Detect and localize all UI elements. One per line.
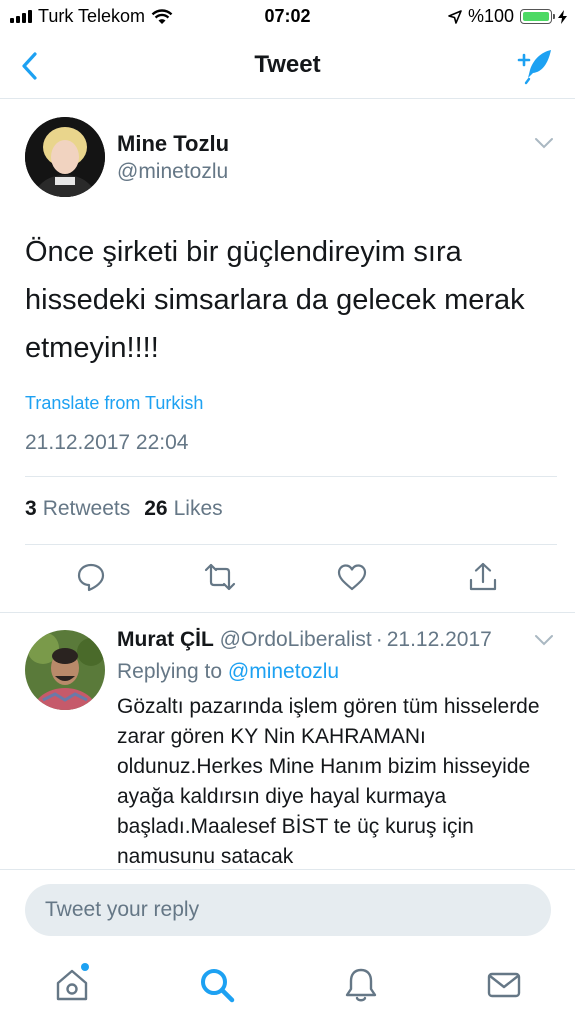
page-title: Tweet <box>254 51 321 78</box>
retweets-count[interactable]: 3 <box>25 497 37 521</box>
like-icon[interactable] <box>335 560 369 594</box>
reply-date: 21.12.2017 <box>386 628 492 651</box>
divider <box>25 544 557 545</box>
status-right: %100 <box>448 6 567 27</box>
notifications-icon[interactable] <box>341 965 381 1005</box>
reply-author-handle[interactable]: @OrdoLiberalist <box>220 628 372 651</box>
compose-tweet-icon[interactable] <box>515 46 555 86</box>
author-avatar[interactable] <box>25 117 105 197</box>
likes-label[interactable]: Likes <box>174 497 223 521</box>
search-icon[interactable] <box>197 965 237 1005</box>
divider <box>0 612 575 613</box>
status-bar: Turk Telekom 07:02 %100 <box>0 0 575 34</box>
replying-mention[interactable]: @minetozlu <box>228 660 339 683</box>
avatar-photo <box>25 117 105 197</box>
battery-percent: %100 <box>467 6 514 26</box>
reply-author-name[interactable]: Murat ÇİL <box>117 628 214 651</box>
translate-link[interactable]: Translate from Turkish <box>25 393 203 414</box>
location-arrow-icon <box>448 9 462 24</box>
engagement-counts[interactable]: 3 Retweets 26 Likes <box>25 497 223 521</box>
unread-dot <box>81 963 89 971</box>
tweet-menu-chevron-icon[interactable] <box>534 137 554 149</box>
reply-icon[interactable] <box>74 560 108 594</box>
author-handle[interactable]: @minetozlu <box>117 160 228 184</box>
charging-icon <box>558 9 567 24</box>
messages-icon[interactable] <box>484 965 524 1005</box>
tweet-timestamp: 21.12.2017 22:04 <box>25 431 189 454</box>
reply-menu-chevron-icon[interactable] <box>534 634 554 646</box>
tweet-text: Önce şirketi bir güçlendireyim sıra hiss… <box>25 236 525 364</box>
meta-separator: · <box>375 628 383 651</box>
divider <box>25 476 557 477</box>
nav-bar: Tweet <box>0 34 575 99</box>
retweet-icon[interactable] <box>203 560 237 594</box>
reply-text: Gözaltı pazarında işlem gören tüm hissel… <box>117 695 540 868</box>
replying-to: Replying to @minetozlu <box>117 660 339 684</box>
avatar-photo <box>25 630 105 710</box>
likes-count[interactable]: 26 <box>144 497 167 521</box>
replying-prefix: Replying to <box>117 660 223 683</box>
reply-header: Murat ÇİL @OrdoLiberalist · 21.12.2017 <box>117 628 492 652</box>
author-name[interactable]: Mine Tozlu <box>117 131 229 157</box>
retweets-label[interactable]: Retweets <box>43 497 131 521</box>
share-icon[interactable] <box>466 560 500 594</box>
reply-input[interactable] <box>25 884 551 936</box>
home-icon[interactable] <box>52 965 92 1005</box>
reply-author-avatar[interactable] <box>25 630 105 710</box>
battery-icon <box>520 9 555 24</box>
